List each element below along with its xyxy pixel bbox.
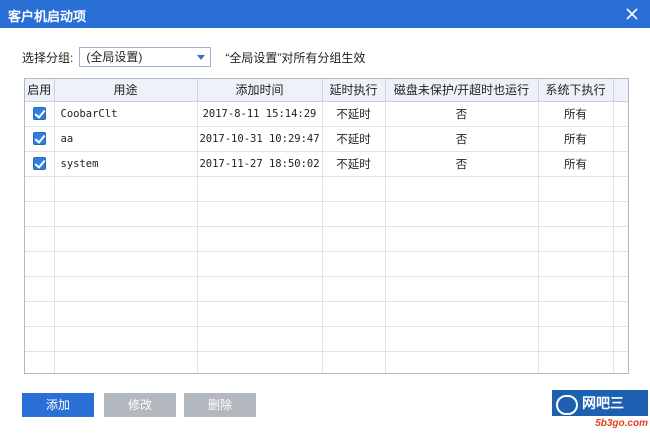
column-header-run-unprotected[interactable]: 磁盘未保护/开超时也运行: [385, 79, 539, 102]
startup-items-table: 启用 用途 添加时间 延时执行 磁盘未保护/开超时也运行 系统下执行 Cooba…: [24, 78, 629, 374]
enabled-checkbox[interactable]: [32, 132, 46, 145]
enabled-checkbox[interactable]: [32, 157, 46, 170]
watermark-logo-icon: [556, 395, 578, 415]
table-row[interactable]: system 2017-11-27 18:50:02 不延时 否 所有: [25, 151, 628, 177]
added-time-cell: 2017-8-11 15:14:29: [197, 101, 323, 127]
purpose-cell: aa: [54, 126, 198, 152]
enabled-checkbox[interactable]: [32, 107, 46, 120]
system-cell: 所有: [538, 101, 614, 127]
added-time-cell: 2017-10-31 10:29:47: [197, 126, 323, 152]
run-unprotected-cell: 否: [385, 101, 539, 127]
close-icon[interactable]: [622, 4, 642, 24]
purpose-cell: system: [54, 151, 198, 177]
group-label: 选择分组:: [22, 50, 74, 65]
column-header-system[interactable]: 系统下执行: [538, 79, 614, 102]
system-cell: 所有: [538, 151, 614, 177]
empty-row: [25, 226, 628, 252]
watermark: 网吧三 5b3go.com: [552, 388, 650, 432]
column-header-added-time[interactable]: 添加时间: [197, 79, 323, 102]
group-note: “全局设置”对所有分组生效: [225, 50, 366, 65]
empty-row: [25, 251, 628, 277]
run-unprotected-cell: 否: [385, 126, 539, 152]
column-header-delay[interactable]: 延时执行: [322, 79, 386, 102]
group-select-value: (全局设置): [86, 50, 143, 64]
table-row[interactable]: CoobarClt 2017-8-11 15:14:29 不延时 否 所有: [25, 101, 628, 127]
watermark-badge: 网吧三: [552, 390, 648, 416]
delay-cell: 不延时: [322, 151, 386, 177]
window-title: 客户机启动项: [8, 9, 87, 24]
empty-row: [25, 326, 628, 352]
chevron-down-icon: [197, 55, 206, 60]
empty-row: [25, 351, 628, 373]
delay-cell: 不延时: [322, 126, 386, 152]
empty-row: [25, 276, 628, 302]
purpose-cell: CoobarClt: [54, 101, 198, 127]
title-bar: 客户机启动项: [0, 0, 650, 28]
column-header-purpose[interactable]: 用途: [54, 79, 198, 102]
group-selector-row: 选择分组: (全局设置) “全局设置”对所有分组生效: [22, 46, 365, 68]
empty-row: [25, 301, 628, 327]
table-row[interactable]: aa 2017-10-31 10:29:47 不延时 否 所有: [25, 126, 628, 152]
table-header: 启用 用途 添加时间 延时执行 磁盘未保护/开超时也运行 系统下执行: [25, 79, 628, 102]
empty-row: [25, 176, 628, 202]
added-time-cell: 2017-11-27 18:50:02: [197, 151, 323, 177]
column-header-spacer: [613, 79, 628, 102]
watermark-brand: 网吧三: [582, 395, 624, 411]
watermark-site: 5b3go.com: [595, 418, 648, 429]
delete-button[interactable]: 删除: [184, 393, 256, 417]
system-cell: 所有: [538, 126, 614, 152]
empty-row: [25, 201, 628, 227]
group-select[interactable]: (全局设置): [79, 47, 212, 67]
column-header-enabled[interactable]: 启用: [25, 79, 55, 102]
delay-cell: 不延时: [322, 101, 386, 127]
run-unprotected-cell: 否: [385, 151, 539, 177]
add-button[interactable]: 添加: [22, 393, 94, 417]
edit-button[interactable]: 修改: [104, 393, 176, 417]
